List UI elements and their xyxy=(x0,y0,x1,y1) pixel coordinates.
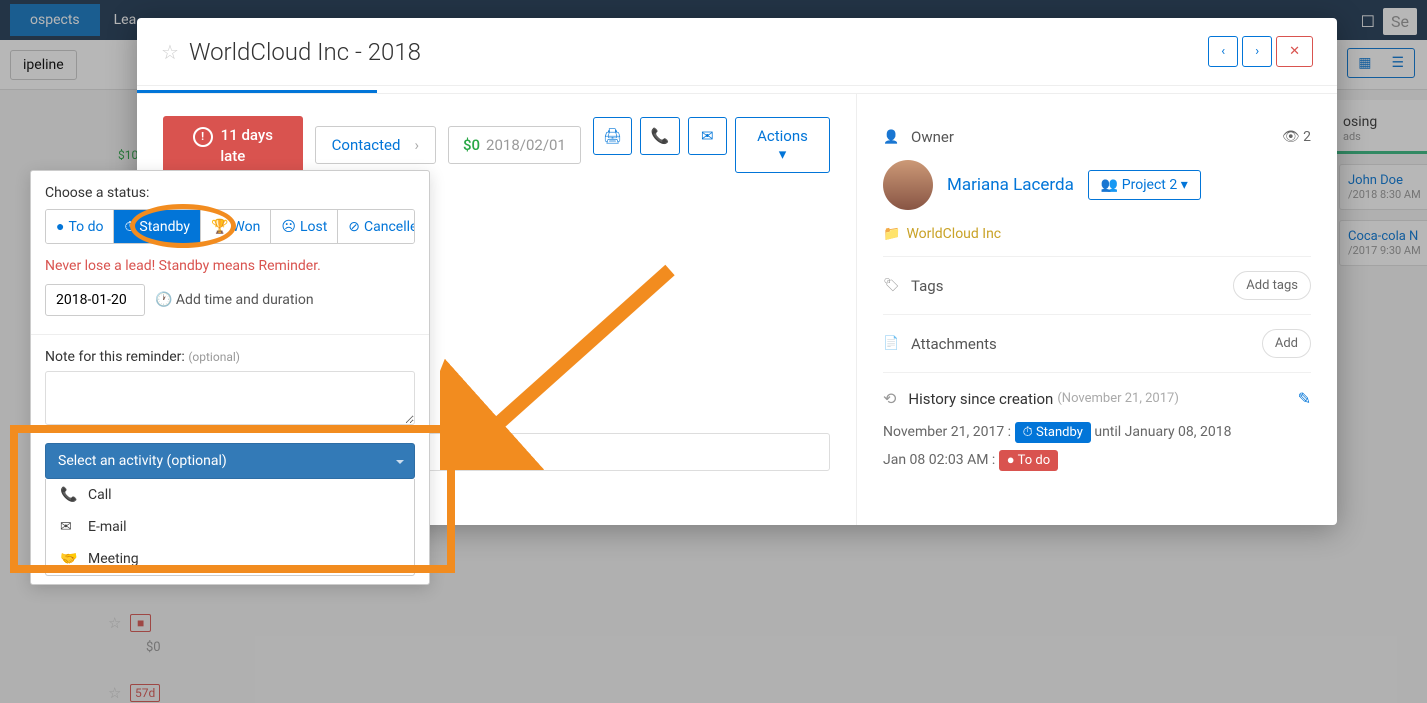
chevron-right-icon: › xyxy=(414,136,419,154)
pencil-icon: ✎ xyxy=(1298,389,1311,408)
choose-status-label: Choose a status: xyxy=(45,185,415,201)
prev-button[interactable]: ‹ xyxy=(1208,36,1238,67)
standby-badge: ⏱ Standby xyxy=(1015,422,1091,443)
status-standby[interactable]: ⏱ Standby xyxy=(114,210,200,243)
envelope-icon: ✉ xyxy=(60,519,76,535)
status-options: ● To do ⏱ Standby 🏆 Won ☹ Lost ⊘ Cancell… xyxy=(45,209,415,244)
print-button[interactable]: 🖨 xyxy=(593,117,632,155)
folder-link[interactable]: 📁WorldCloud Inc xyxy=(883,226,1311,257)
close-button[interactable]: ✕ xyxy=(1276,36,1313,67)
envelope-icon: ✉ xyxy=(701,127,714,145)
standby-warning: Never lose a lead! Standby means Reminde… xyxy=(45,258,415,274)
status-lost[interactable]: ☹ Lost xyxy=(271,210,338,243)
status-todo[interactable]: ● To do xyxy=(46,210,114,243)
note-label: Note for this reminder: (optional) xyxy=(45,349,415,365)
activity-option-call[interactable]: 📞Call xyxy=(46,479,414,511)
call-button[interactable]: 📞 xyxy=(640,117,679,155)
history-icon: ⟲ xyxy=(883,389,896,408)
activity-dropdown-menu: 📞Call ✉E-mail 🤝Meeting xyxy=(45,479,415,576)
add-tags-button[interactable]: Add tags xyxy=(1233,271,1311,300)
tab-active[interactable] xyxy=(137,86,377,93)
project-dropdown[interactable]: 👥 Project 2 ▾ xyxy=(1088,170,1201,200)
eye-icon: 👁 xyxy=(1282,129,1300,145)
history-header: ⟲ History since creation (November 21, 2… xyxy=(883,373,1311,418)
lead-title: WorldCloud Inc - 2018 xyxy=(189,38,1208,66)
email-button[interactable]: ✉ xyxy=(688,117,727,155)
modal-right-pane: 👤Owner 👁 2 Mariana Lacerda 👥 Project 2 ▾… xyxy=(857,94,1337,525)
view-count: 👁 2 xyxy=(1282,129,1311,145)
modal-header: ☆ WorldCloud Inc - 2018 ‹ › ✕ xyxy=(137,18,1337,86)
tags-row: 🏷Tags Add tags xyxy=(883,257,1311,315)
folder-icon: 📁 xyxy=(883,226,900,242)
next-button[interactable]: › xyxy=(1242,36,1272,67)
history-subtitle: (November 21, 2017) xyxy=(1057,391,1179,406)
activity-option-meeting[interactable]: 🤝Meeting xyxy=(46,543,414,575)
file-icon: 📄 xyxy=(883,336,899,351)
history-line-2: Jan 08 02:03 AM : ● To do xyxy=(883,446,1311,474)
history-line-1: November 21, 2017 : ⏱ Standby until Janu… xyxy=(883,418,1311,446)
date-row: 🕐 Add time and duration xyxy=(45,284,415,316)
attachments-row: 📄Attachments Add xyxy=(883,315,1311,373)
printer-icon: 🖨 xyxy=(603,127,622,145)
owner-name-link[interactable]: Mariana Lacerda xyxy=(947,175,1074,195)
stage-button[interactable]: Contacted› xyxy=(315,126,436,164)
owner-avatar xyxy=(883,160,933,210)
activity-option-email[interactable]: ✉E-mail xyxy=(46,511,414,543)
history-title: History since creation xyxy=(908,390,1053,408)
reminder-date-input[interactable] xyxy=(45,284,145,316)
right-actions: 🖨 📞 ✉ Actions ▾ xyxy=(593,117,830,173)
owner-label: 👤Owner xyxy=(883,128,1282,146)
modal-nav: ‹ › ✕ xyxy=(1208,36,1313,67)
clock-icon: 🕐 xyxy=(155,292,172,308)
actions-dropdown[interactable]: Actions ▾ xyxy=(735,117,830,173)
users-icon: 👥 xyxy=(1101,177,1118,193)
amount-button[interactable]: $02018/02/01 xyxy=(448,126,581,164)
status-row: 11 days late Contacted› $02018/02/01 🖨 📞… xyxy=(163,116,830,175)
separator xyxy=(31,334,429,335)
edit-history-button[interactable]: ✎ xyxy=(1298,389,1311,408)
attachments-label: 📄Attachments xyxy=(883,335,1262,353)
tag-icon: 🏷 xyxy=(883,278,899,293)
handshake-icon: 🤝 xyxy=(60,551,76,567)
phone-icon: 📞 xyxy=(651,127,670,145)
owner-block: Mariana Lacerda 👥 Project 2 ▾ xyxy=(883,150,1311,226)
add-time-link[interactable]: 🕐 Add time and duration xyxy=(155,292,314,308)
owner-row: 👤Owner 👁 2 xyxy=(883,114,1311,150)
status-won[interactable]: 🏆 Won xyxy=(201,210,271,243)
tags-label: 🏷Tags xyxy=(883,277,1233,295)
user-icon: 👤 xyxy=(883,130,899,145)
todo-badge: ● To do xyxy=(999,450,1058,471)
activity-select[interactable]: Select an activity (optional) xyxy=(45,443,415,479)
status-cancelled[interactable]: ⊘ Cancelled xyxy=(338,210,415,243)
favorite-star-icon[interactable]: ☆ xyxy=(161,40,179,64)
reminder-note-input[interactable] xyxy=(45,371,415,425)
add-attachment-button[interactable]: Add xyxy=(1262,329,1311,358)
phone-icon: 📞 xyxy=(60,487,76,503)
status-popover: Choose a status: ● To do ⏱ Standby 🏆 Won… xyxy=(30,170,430,585)
modal-tabs xyxy=(137,86,1337,94)
